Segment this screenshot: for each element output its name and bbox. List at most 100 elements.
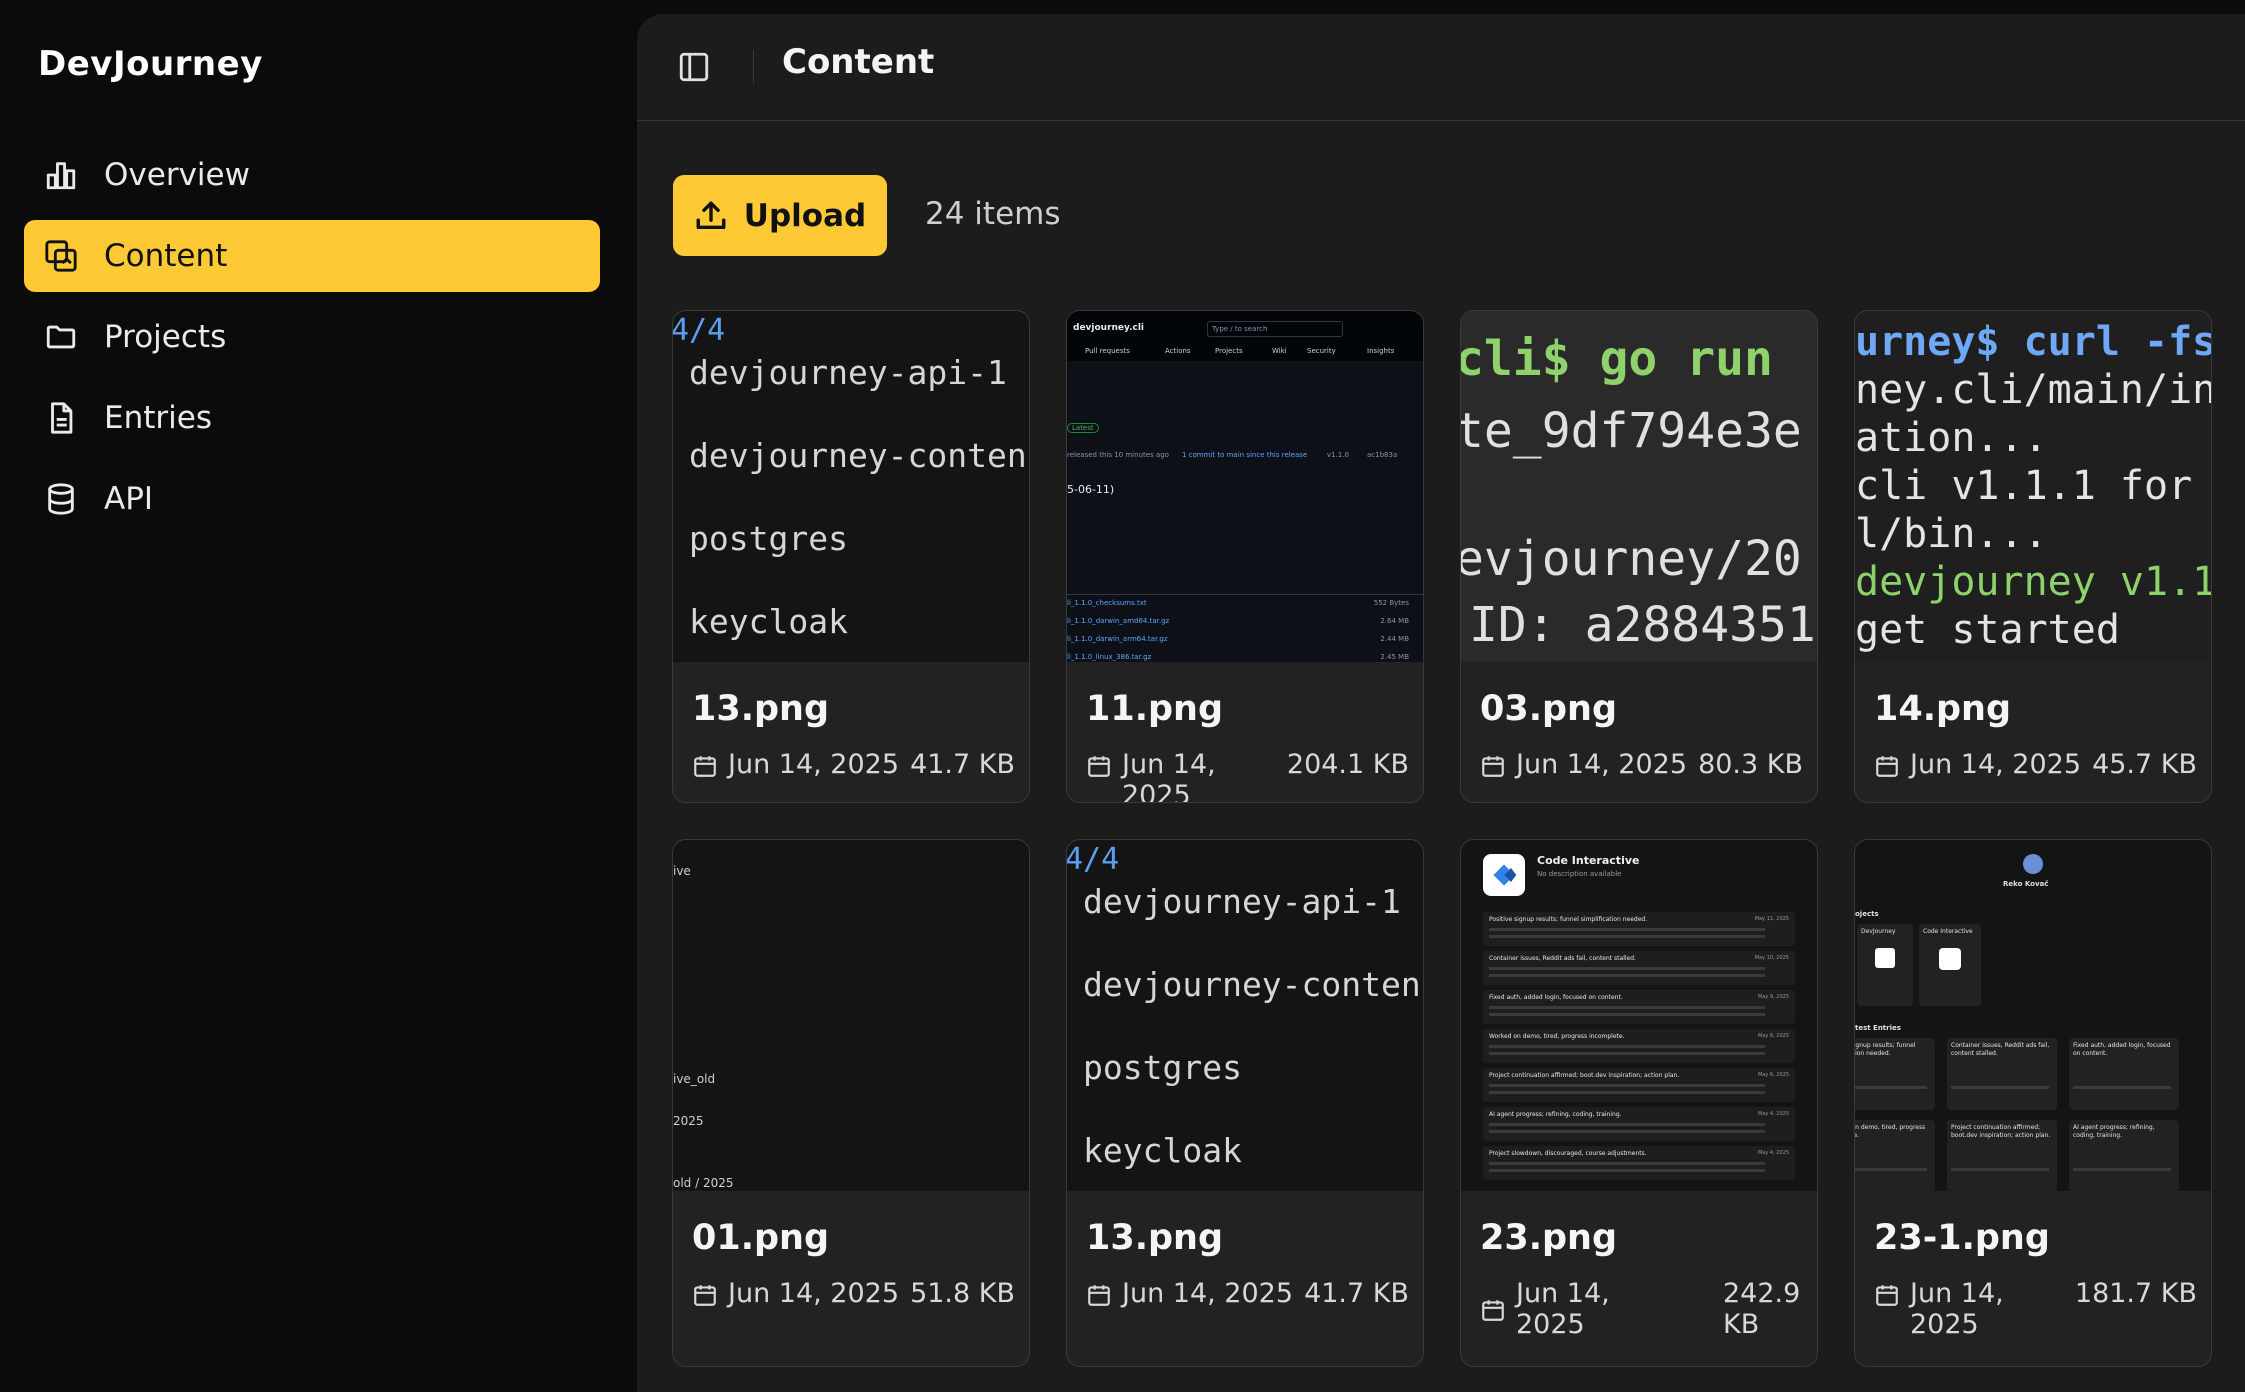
- preview-entry-row: Container issues, Reddit ads fail, conte…: [1483, 951, 1795, 985]
- sidebar-toggle-icon[interactable]: [677, 50, 711, 84]
- calendar-icon: [1088, 756, 1110, 777]
- preview-text: 2.64 MB: [1380, 617, 1409, 625]
- preview-entry-title: Worked on demo, tired, progress incomple…: [1489, 1033, 1625, 1040]
- preview-entry-text: [1489, 1013, 1765, 1016]
- file-size: 204.1 KB: [1286, 749, 1409, 780]
- preview-entry-text: [1855, 1086, 1927, 1089]
- brand-logo[interactable]: DevJourney: [38, 44, 263, 84]
- file-name: 14.png: [1874, 689, 2012, 729]
- file-date: Jun 14, 2025: [728, 1278, 900, 1309]
- sidebar-item-content[interactable]: Content: [24, 220, 600, 292]
- content-card[interactable]: cli$ go run te_9df794e3e evjourney/20 ID…: [1460, 310, 1818, 803]
- preview-line: ation...: [1855, 415, 2048, 461]
- content-card[interactable]: 4/4 devjourney-api-1 devjourney-conten p…: [672, 310, 1030, 803]
- preview-entry-text: [1489, 1162, 1765, 1165]
- folder-icon: [44, 320, 78, 354]
- preview-line: ID: a2884351: [1469, 597, 1816, 653]
- preview-line: urney$ curl -fsS: [1855, 319, 2211, 365]
- preview-entry-text: [1489, 967, 1765, 970]
- preview-text: Security: [1307, 347, 1336, 355]
- preview-entry-text: [1489, 1169, 1765, 1172]
- preview-text: Pull requests: [1085, 347, 1130, 355]
- file-size: 41.7 KB: [910, 749, 1015, 780]
- preview-text: 2.44 MB: [1380, 635, 1409, 643]
- preview-entry-text: [1489, 1091, 1765, 1094]
- preview-line: keycloak: [689, 602, 848, 641]
- preview-entry-title: Container issues, Reddit ads fail, conte…: [1489, 955, 1636, 962]
- sidebar-item-label: Projects: [104, 319, 227, 355]
- preview-text: ac1b83a: [1367, 451, 1398, 459]
- file-size: 80.3 KB: [1698, 749, 1803, 780]
- content-card[interactable]: devjourney.cli Type / to search Pull req…: [1066, 310, 1424, 803]
- file-size: 242.9 KB: [1723, 1278, 1801, 1340]
- preview-entry-row: Positive signup results; funnel simplifi…: [1483, 912, 1795, 946]
- qr-icon: [1875, 948, 1895, 968]
- thumbnail: 4/4 devjourney-api-1 devjourney-conten p…: [1067, 840, 1423, 1191]
- preview-entry-title: Positive signup results; funnel simplifi…: [1489, 916, 1648, 923]
- preview-badge: Latest: [1067, 423, 1099, 433]
- content-card[interactable]: 4/4 devjourney-api-1 devjourney-conten p…: [1066, 839, 1424, 1367]
- file-meta: Jun 14, 2025 204.1 KB: [1086, 749, 1409, 803]
- sidebar-item-label: API: [104, 481, 154, 517]
- gallery-icon: [44, 239, 78, 273]
- preview-entry-text: [1489, 1123, 1765, 1126]
- preview-entry-title: Project slowdown, discouraged, course ad…: [1489, 1150, 1647, 1157]
- preview-text: li_1.1.0_darwin_amd64.tar.gz: [1067, 617, 1170, 625]
- preview-text: v1.1.0: [1327, 451, 1349, 459]
- content-card[interactable]: ive ive_old 2025 old / 2025 01.png Jun 1…: [672, 839, 1030, 1367]
- content-card[interactable]: Code Interactive No description availabl…: [1460, 839, 1818, 1367]
- sidebar-item-overview[interactable]: Overview: [24, 139, 600, 211]
- file-name: 13.png: [1086, 1218, 1224, 1258]
- preview-entry-text: [1489, 1052, 1765, 1055]
- header: Content: [637, 14, 2245, 121]
- sidebar-item-api[interactable]: API: [24, 463, 600, 535]
- content-card[interactable]: urney$ curl -fsS ney.cli/main/in ation..…: [1854, 310, 2212, 803]
- database-icon: [44, 482, 78, 516]
- preview-line: devjourney v1.1: [1855, 559, 2211, 605]
- sidebar-item-entries[interactable]: Entries: [24, 382, 600, 454]
- preview-text: devjourney.cli: [1073, 323, 1145, 333]
- file-name: 23-1.png: [1874, 1218, 2050, 1258]
- calendar-icon: [1482, 756, 1504, 777]
- preview-entry-date: May 6, 2025: [1757, 1072, 1789, 1078]
- preview-line: devjourney-conten: [1083, 965, 1421, 1004]
- content-card[interactable]: Reko Kovač ojects DevJourney Code Intera…: [1854, 839, 2212, 1367]
- preview-line: te_9df794e3e: [1461, 403, 1802, 459]
- preview-entry-title: Fixed auth, added login, focused on cont…: [1489, 994, 1623, 1001]
- preview-line: ive_old: [673, 1072, 716, 1086]
- preview-line: devjourney-api-1: [1083, 882, 1401, 921]
- preview-line: ive: [673, 864, 691, 878]
- preview-text: Projects: [1215, 347, 1243, 355]
- file-meta: Jun 14, 2025 181.7 KB: [1874, 1278, 2197, 1340]
- upload-label: Upload: [743, 197, 867, 234]
- file-size: 51.8 KB: [910, 1278, 1015, 1309]
- preview-entry-title: Fixed auth, added login, focused on cont…: [2073, 1042, 2171, 1057]
- calendar-icon: [694, 1285, 716, 1306]
- project-logo-icon: [1483, 854, 1525, 896]
- file-name: 23.png: [1480, 1218, 1618, 1258]
- preview-text: 2.45 MB: [1380, 653, 1409, 661]
- preview-entry-row: Worked on demo, tired, progress incomple…: [1483, 1029, 1795, 1063]
- sidebar-item-label: Overview: [104, 157, 250, 193]
- file-meta: Jun 14, 2025 45.7 KB: [1874, 749, 2197, 780]
- preview-entry-title: AI agent progress; refining, coding, tra…: [1489, 1111, 1622, 1118]
- file-date: Jun 14, 2025: [1122, 749, 1216, 803]
- file-meta: Jun 14, 2025 41.7 KB: [1086, 1278, 1409, 1309]
- preview-entry-title: Vorked on demo, tired, progress complete…: [1855, 1124, 1926, 1139]
- preview-entry-text: [1489, 1045, 1765, 1048]
- preview-entry-title: Project continuation affirmed; boot.dev …: [1489, 1072, 1680, 1079]
- preview-line: 4/4: [1067, 842, 1120, 877]
- file-meta: Jun 14, 2025 242.9 KB: [1480, 1278, 1803, 1340]
- file-date: Jun 14, 2025: [1516, 1278, 1610, 1340]
- preview-text: li_1.1.0_linux_386.tar.gz: [1067, 653, 1152, 661]
- preview-line: postgres: [1083, 1048, 1242, 1087]
- sidebar-item-projects[interactable]: Projects: [24, 301, 600, 373]
- upload-button[interactable]: Upload: [673, 175, 887, 256]
- sidebar-item-label: Entries: [104, 400, 212, 436]
- calendar-icon: [694, 756, 716, 777]
- preview-text: 552 Bytes: [1373, 599, 1409, 607]
- file-date: Jun 14, 2025: [728, 749, 900, 780]
- preview-entry-date: May 10, 2025: [1754, 955, 1789, 961]
- preview-line: keycloak: [1083, 1131, 1242, 1170]
- preview-line: 4/4: [673, 313, 726, 348]
